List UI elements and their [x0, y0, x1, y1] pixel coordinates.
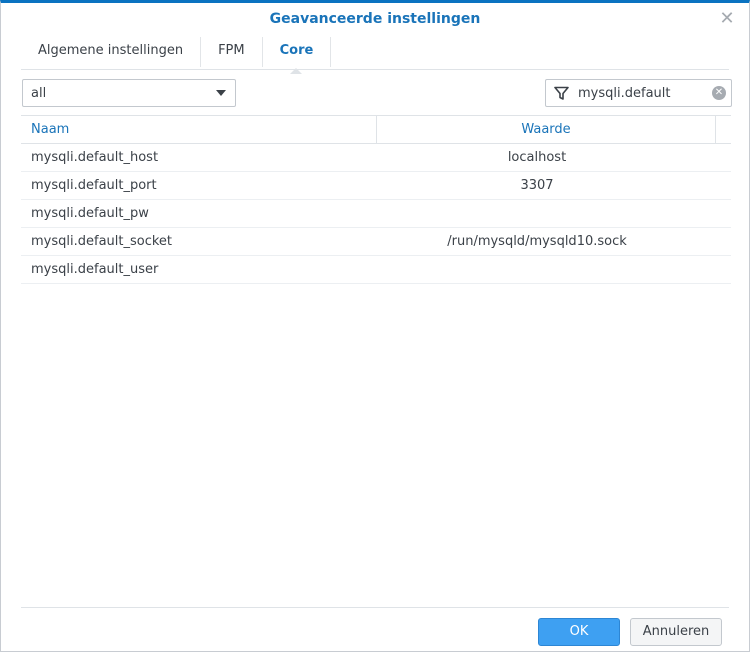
row-name: mysqli.default_host: [31, 150, 159, 165]
table-row[interactable]: mysqli.default_host localhost: [21, 144, 731, 172]
row-name: mysqli.default_user: [31, 262, 159, 277]
search-input[interactable]: [576, 85, 708, 101]
dialog-title: Geavanceerde instellingen: [269, 11, 481, 27]
tab-divider: [21, 69, 729, 70]
category-select[interactable]: all: [22, 79, 236, 107]
row-value: [377, 256, 697, 283]
chevron-down-icon: [216, 90, 226, 96]
row-name: mysqli.default_pw: [31, 206, 149, 221]
tab-general-settings[interactable]: Algemene instellingen: [21, 37, 202, 67]
row-name: mysqli.default_socket: [31, 234, 173, 249]
cancel-button[interactable]: Annuleren: [630, 618, 722, 646]
funnel-icon: [546, 86, 576, 101]
row-value: 3307: [520, 178, 554, 193]
category-select-value: all: [31, 85, 47, 101]
clear-search-icon[interactable]: ✕: [712, 86, 726, 100]
tab-bar: Algemene instellingen FPM Core: [21, 37, 729, 74]
tab-core[interactable]: Core: [263, 37, 332, 74]
tab-fpm[interactable]: FPM: [201, 37, 263, 67]
settings-table: Naam Waarde mysqli.default_host localhos…: [21, 115, 731, 284]
close-icon[interactable]: ✕: [717, 9, 737, 29]
ok-button[interactable]: OK: [538, 618, 620, 646]
footer-divider: [21, 607, 729, 608]
row-value: localhost: [507, 150, 567, 165]
search-box: ✕: [545, 79, 732, 107]
table-row[interactable]: mysqli.default_pw: [21, 200, 731, 228]
row-name: mysqli.default_port: [31, 178, 157, 193]
advanced-settings-dialog: Geavanceerde instellingen ✕ Algemene ins…: [0, 0, 750, 652]
row-value: /run/mysqld/mysqld10.sock: [447, 234, 627, 249]
table-row[interactable]: mysqli.default_user: [21, 256, 731, 284]
table-header: Naam Waarde: [21, 116, 731, 144]
column-header-name[interactable]: Naam: [21, 116, 377, 143]
row-value: [377, 200, 697, 227]
column-header-value[interactable]: Waarde: [377, 116, 716, 143]
table-row[interactable]: mysqli.default_port 3307: [21, 172, 731, 200]
table-row[interactable]: mysqli.default_socket /run/mysqld/mysqld…: [21, 228, 731, 256]
